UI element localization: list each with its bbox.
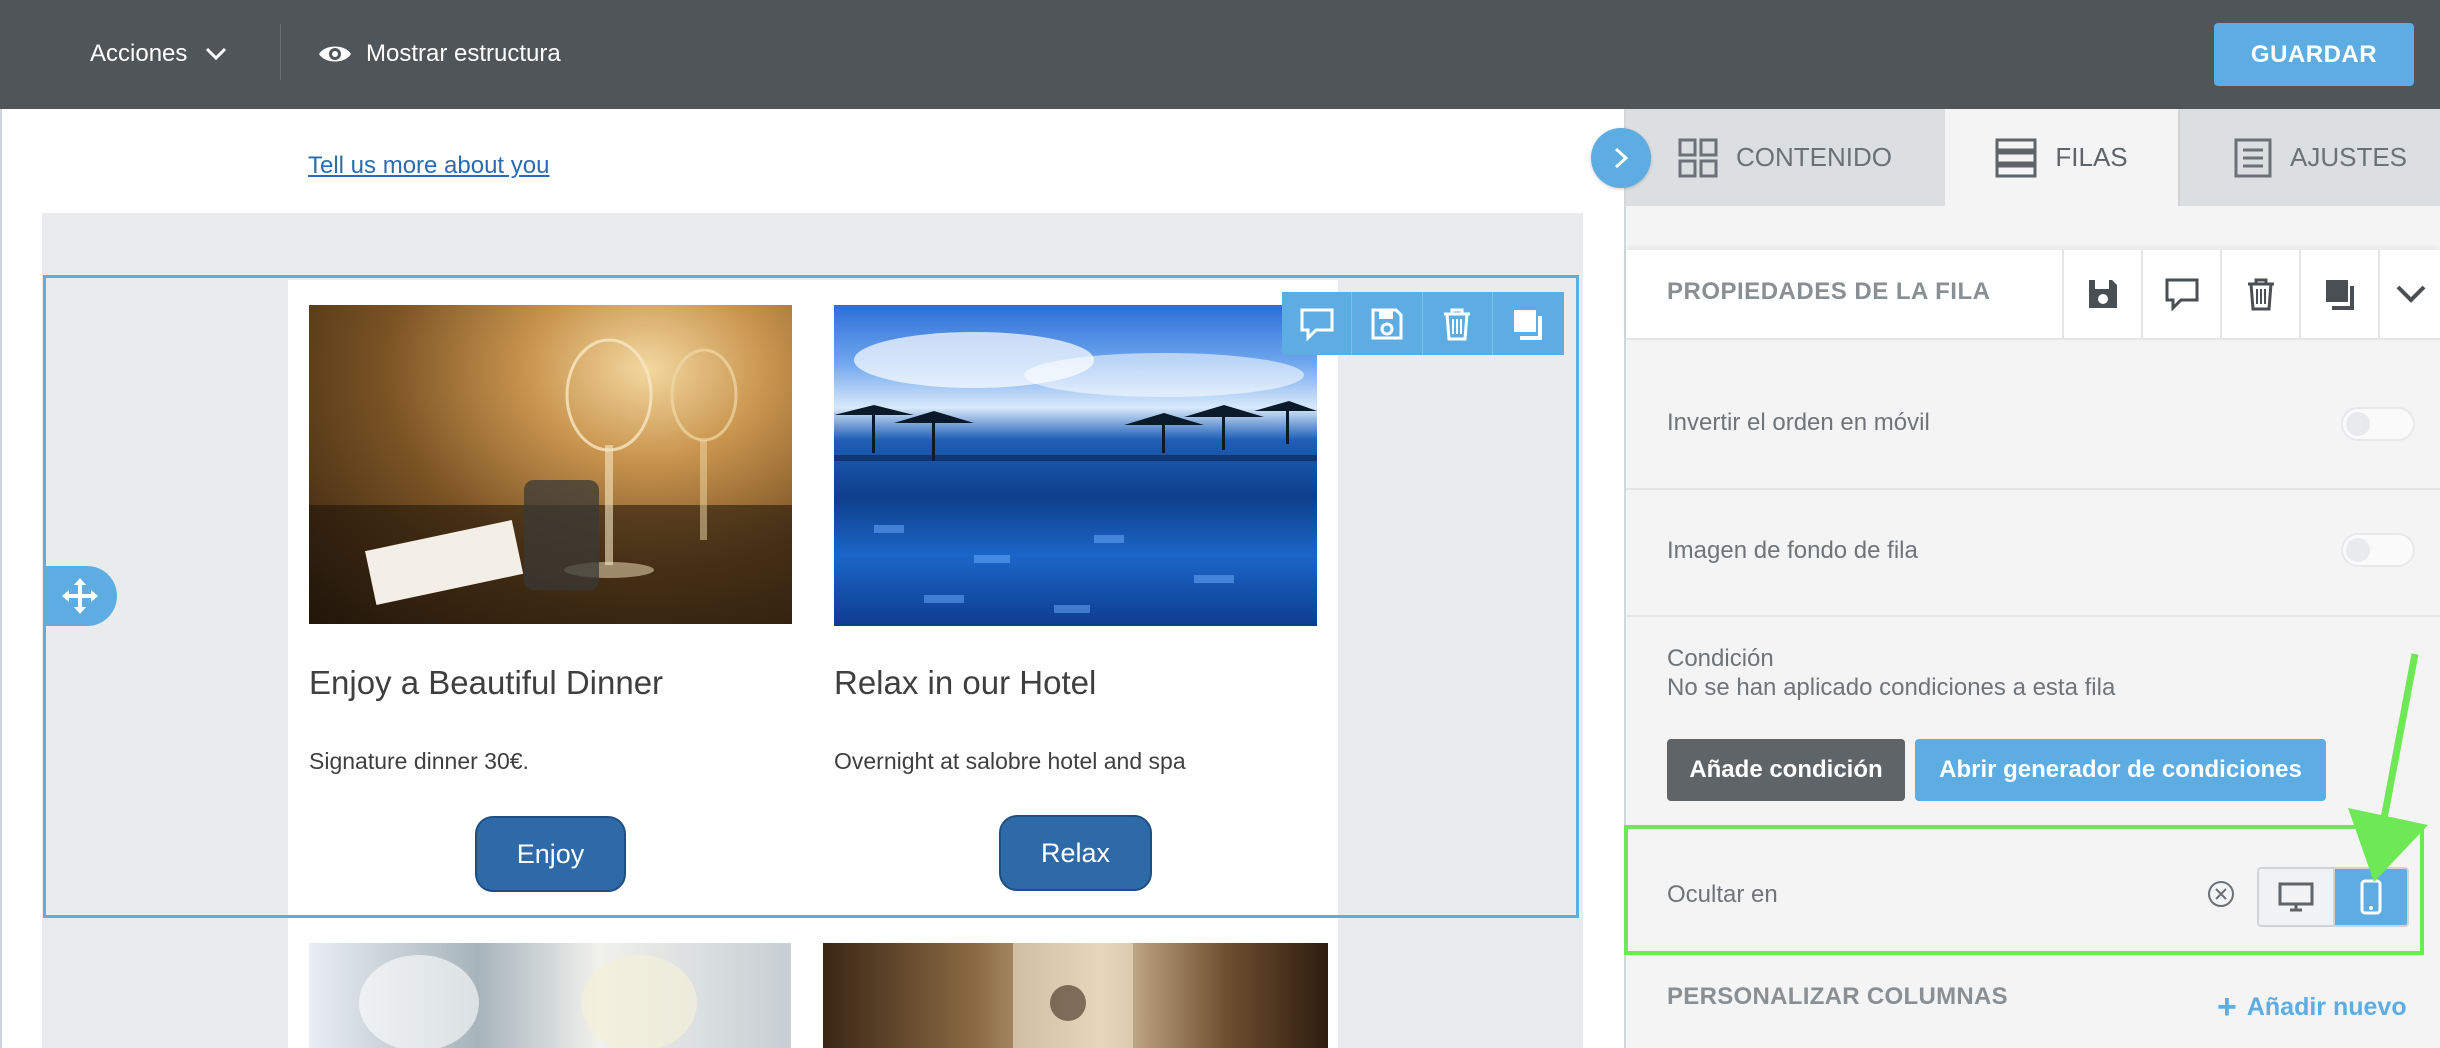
background-image-toggle[interactable] (2341, 533, 2415, 567)
save-row-button[interactable] (2062, 250, 2142, 338)
grid-icon (1678, 138, 1718, 177)
row-move-handle[interactable] (43, 566, 117, 626)
hide-on-desktop-button[interactable] (2259, 869, 2335, 925)
plus-icon: + (2217, 988, 2237, 1026)
desktop-icon (2278, 882, 2314, 912)
reverse-mobile-toggle[interactable] (2341, 407, 2415, 441)
row-save-button[interactable] (1352, 292, 1423, 355)
comment-row-button[interactable] (2141, 250, 2221, 338)
condition-label: Condición (1667, 645, 1774, 672)
actions-menu-button[interactable]: Acciones (90, 36, 227, 72)
add-new-column-button[interactable]: + Añadir nuevo (2217, 990, 2407, 1024)
chevron-down-icon (205, 40, 227, 68)
tab-label: CONTENIDO (1736, 142, 1892, 172)
circle-x-icon (2208, 881, 2234, 907)
green-arrow-annotation (2348, 653, 2428, 882)
add-new-label: Añadir nuevo (2246, 992, 2407, 1021)
settings-document-icon (2234, 138, 2272, 177)
duplicate-icon (1514, 309, 1543, 340)
wine-glasses-image[interactable] (309, 943, 791, 1048)
tab-rows[interactable]: FILAS (1945, 109, 2178, 206)
row-duplicate-button[interactable] (1493, 292, 1564, 355)
trash-icon (2248, 278, 2274, 311)
canvas-border (0, 109, 2, 1048)
save-button[interactable]: GUARDAR (2214, 23, 2414, 86)
delete-row-button[interactable] (2220, 250, 2300, 338)
eye-icon (319, 46, 351, 62)
selected-row-outline[interactable] (43, 275, 1579, 918)
row-delete-button[interactable] (1423, 292, 1493, 355)
duplicate-row-button[interactable] (2299, 250, 2379, 338)
tab-label: FILAS (2055, 142, 2128, 172)
condition-description: No se han aplicado condiciones a esta fi… (1667, 674, 2116, 701)
floppy-disk-icon (2089, 280, 2117, 308)
actions-label: Acciones (90, 40, 188, 67)
tab-label: AJUSTES (2290, 142, 2408, 172)
collapse-panel-button[interactable] (1591, 128, 1651, 188)
add-condition-button[interactable]: Añade condición (1667, 739, 1905, 801)
chevron-right-icon (1614, 147, 1629, 169)
chevron-down-icon (2396, 285, 2426, 303)
tell-us-link[interactable]: Tell us more about you (308, 152, 549, 180)
show-structure-toggle[interactable]: Mostrar estructura (318, 36, 561, 72)
clear-hide-on-button[interactable] (2207, 880, 2235, 913)
rows-icon (1995, 138, 2037, 177)
show-structure-label: Mostrar estructura (366, 40, 561, 67)
hide-on-label: Ocultar en (1667, 881, 1778, 908)
customize-columns-title: PERSONALIZAR COLUMNAS (1667, 983, 2008, 1010)
tab-content[interactable]: CONTENIDO (1626, 109, 1945, 206)
comment-icon (2165, 278, 2199, 311)
tab-settings[interactable]: AJUSTES (2178, 109, 2440, 206)
resort-image[interactable] (823, 943, 1328, 1048)
trash-icon (1444, 308, 1471, 340)
duplicate-icon (2326, 280, 2354, 310)
section-title: PROPIEDADES DE LA FILA (1667, 278, 1991, 305)
background-image-label: Imagen de fondo de fila (1667, 537, 1918, 564)
comment-icon (1300, 308, 1334, 341)
floppy-disk-icon (1371, 308, 1403, 339)
move-arrows-icon (62, 578, 98, 614)
reverse-mobile-label: Invertir el orden en móvil (1667, 409, 1930, 436)
collapse-section-button[interactable] (2378, 250, 2440, 338)
open-condition-builder-button[interactable]: Abrir generador de condiciones (1915, 739, 2326, 801)
row-toolbar (1282, 292, 1564, 355)
toolbar-divider (280, 24, 281, 80)
row-comment-button[interactable] (1282, 292, 1353, 355)
